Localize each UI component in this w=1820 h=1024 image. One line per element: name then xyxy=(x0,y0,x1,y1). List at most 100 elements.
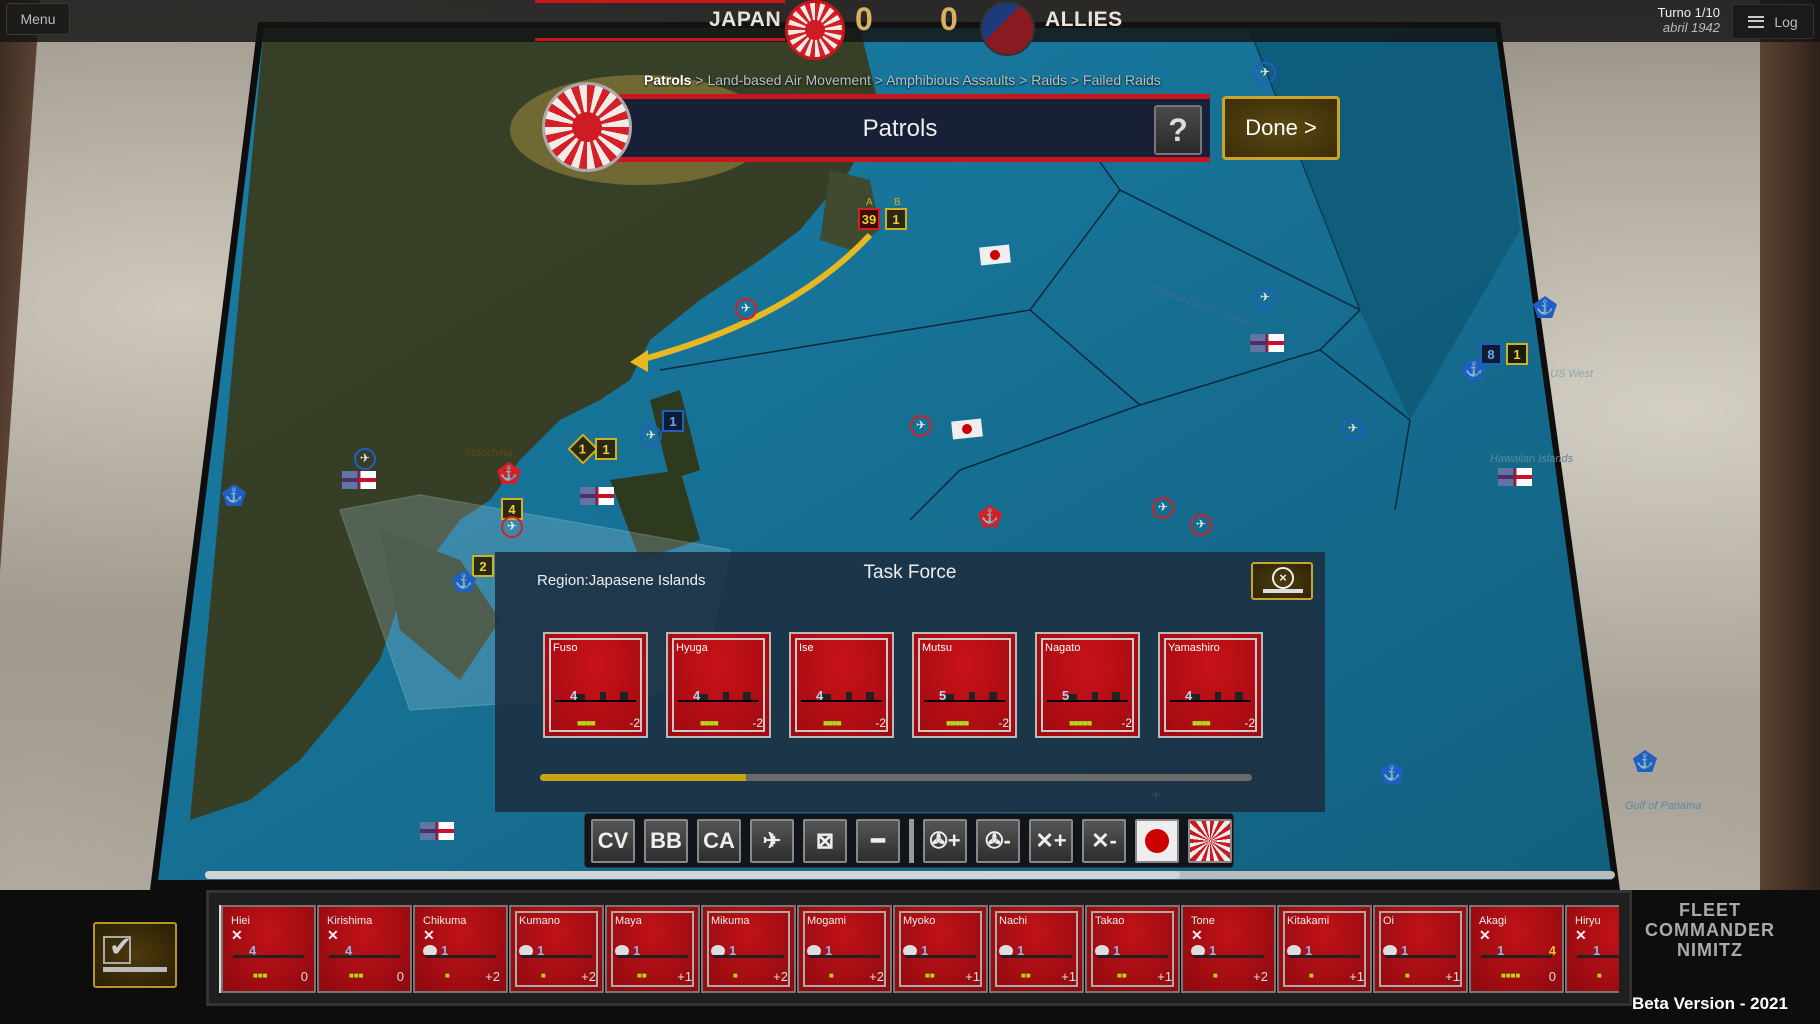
air-base-central-pacific[interactable] xyxy=(1254,287,1276,309)
done-button[interactable]: Done > xyxy=(1222,96,1340,160)
ship-silhouette-icon xyxy=(713,955,784,958)
air-base-indochina[interactable] xyxy=(501,516,523,538)
tray-ship-card[interactable]: Kitakami 1 ■ +1 xyxy=(1277,905,1372,993)
hit-points: ■■■■ xyxy=(700,718,719,728)
stack-philippines-a[interactable]: 1 xyxy=(662,410,684,432)
task-force-ship-card[interactable]: Mutsu 5 ■■■■■ -2 xyxy=(912,632,1017,738)
task-force-panel: Region:Japasene Islands Task Force × Fus… xyxy=(495,552,1325,812)
stack-hawaii-b[interactable]: 1 xyxy=(1506,343,1528,365)
confirm-ships-button[interactable]: ✔ xyxy=(93,922,177,988)
stack-japan-a[interactable]: 39 xyxy=(858,208,880,230)
filter-air-button[interactable]: ✈ xyxy=(750,818,794,863)
tray-ship-card[interactable]: Mogami 1 ■ +2 xyxy=(797,905,892,993)
disband-task-force-button[interactable]: × xyxy=(1251,562,1313,600)
tray-ship-card[interactable]: Nachi 1 ■■ +1 xyxy=(989,905,1084,993)
ship-silhouette-icon xyxy=(233,955,304,958)
hamburger-icon xyxy=(1748,15,1765,28)
logo-mark: FLEET COMMANDER NIMITZ xyxy=(1645,900,1775,960)
air-base-marshall-1[interactable] xyxy=(1152,497,1174,519)
tray-ship-card[interactable]: Oi 1 ■ +1 xyxy=(1373,905,1468,993)
tray-ship-card[interactable]: Myoko 1 ■■ +1 xyxy=(893,905,988,993)
stack-malaya-a[interactable]: 2 xyxy=(472,555,494,577)
hit-points: ■■■■ xyxy=(823,718,842,728)
tray-ship-card[interactable]: Kirishima ✕ 4 ■■■ 0 xyxy=(317,905,412,993)
ship-name: Mutsu xyxy=(922,642,952,654)
tray-ship-card[interactable]: Chikuma ✕ 1 ■ +2 xyxy=(413,905,508,993)
tray-ship-card[interactable]: Tone ✕ 1 ■ +2 xyxy=(1181,905,1276,993)
air-base-philippines[interactable] xyxy=(640,425,662,447)
ship-silhouette-icon xyxy=(1193,955,1264,958)
repair-icon: ✕ xyxy=(1575,927,1587,943)
task-force-ship-card[interactable]: Nagato 5 ■■■■■ -2 xyxy=(1035,632,1140,738)
tray-ship-card[interactable]: Maya 1 ■■ +1 xyxy=(605,905,700,993)
tray-ship-card[interactable]: Takao 1 ■■ +1 xyxy=(1085,905,1180,993)
tray-ship-card[interactable]: Hiei ✕ 4 ■■■ 0 xyxy=(221,905,316,993)
task-force-ship-card[interactable]: Fuso 4 ■■■■ -2 xyxy=(543,632,648,738)
ship-silhouette-icon xyxy=(1097,955,1168,958)
stack-china-sea-b[interactable]: 1 xyxy=(595,438,617,460)
filter-repair-minus-button[interactable]: ✕- xyxy=(1082,818,1126,863)
speed-modifier: +1 xyxy=(677,969,692,984)
log-button[interactable]: Log xyxy=(1732,4,1814,39)
filter-cv-button[interactable]: CV xyxy=(591,818,635,863)
hit-points: ■■ xyxy=(637,971,647,980)
repair-icon: ✕ xyxy=(327,927,339,943)
breadcrumb-item-air-movement: Land-based Air Movement xyxy=(707,72,871,88)
ship-silhouette-icon xyxy=(1001,955,1072,958)
repair-icon: ✕ xyxy=(423,927,435,943)
hit-points: ■ xyxy=(445,971,450,980)
ship-silhouette-icon xyxy=(521,955,592,958)
ship-silhouette-icon xyxy=(1577,955,1619,958)
tray-ship-card[interactable]: Akagi ✕ 1 4 ■■■■ 0 xyxy=(1469,905,1564,993)
stack-japan-b[interactable]: 1 xyxy=(885,208,907,230)
hit-points: ■■ xyxy=(1021,971,1031,980)
task-force-ship-card[interactable]: Yamashiro 4 ■■■■ -2 xyxy=(1158,632,1263,738)
filter-repair-plus-button[interactable]: ✕+ xyxy=(1029,818,1073,863)
breadcrumb-item-raids: Raids xyxy=(1031,72,1068,88)
task-force-ship-card[interactable]: Ise 4 ■■■■ -2 xyxy=(789,632,894,738)
score-divider xyxy=(535,0,785,3)
propeller-minus-icon: ✇- xyxy=(985,827,1011,853)
speed-modifier: -2 xyxy=(998,716,1009,730)
air-base-bay-bengal[interactable] xyxy=(354,448,376,470)
air-base-midway[interactable] xyxy=(1342,418,1364,440)
checkmark-icon: ✔ xyxy=(109,931,133,962)
unit-filter-toolbar: CV BB CA ✈ ⊠ ━ ✇+ ✇- ✕+ ✕- xyxy=(584,813,1234,868)
repair-icon: ✕ xyxy=(1191,927,1203,943)
filter-prop-minus-button[interactable]: ✇- xyxy=(976,818,1020,863)
air-base-aleutians[interactable] xyxy=(1254,62,1276,84)
tray-scrollbar[interactable] xyxy=(205,871,1615,879)
allies-score: 0 xyxy=(940,1,958,37)
air-base-japan[interactable] xyxy=(735,298,757,320)
allied-control-flag xyxy=(1498,468,1532,486)
ship-name: Myoko xyxy=(903,915,936,927)
toolbar-separator xyxy=(909,818,914,863)
stack-hawaii-a[interactable]: 8 xyxy=(1480,343,1502,365)
speed-modifier: 0 xyxy=(1548,969,1556,984)
air-base-marshall-2[interactable] xyxy=(1190,514,1212,536)
ship-name: Tone xyxy=(1191,915,1215,927)
tray-ship-card[interactable]: Kumano 1 ■ +2 xyxy=(509,905,604,993)
region-label-hawaii: Hawaiian Islands xyxy=(1490,453,1574,465)
score-divider xyxy=(535,38,785,41)
aircraft-icon: ✈ xyxy=(762,827,782,853)
tray-ship-card[interactable]: Mikuma 1 ■ +2 xyxy=(701,905,796,993)
ship-name: Maya xyxy=(615,915,642,927)
filter-prop-plus-button[interactable]: ✇+ xyxy=(923,818,967,863)
tray-scrollbar-thumb[interactable] xyxy=(205,871,1180,879)
breadcrumb-item-amphibious: Amphibious Assaults xyxy=(886,72,1016,88)
speed-modifier: -2 xyxy=(629,716,640,730)
task-force-scrollbar[interactable] xyxy=(540,774,1252,781)
help-button[interactable]: ? xyxy=(1154,105,1202,155)
task-force-ship-card[interactable]: Hyuga 4 ■■■■ -2 xyxy=(666,632,771,738)
filter-bb-button[interactable]: BB xyxy=(644,818,688,863)
filter-sub-button[interactable]: ━ xyxy=(856,818,900,863)
scrollbar-thumb[interactable] xyxy=(540,774,747,781)
filter-ca-button[interactable]: CA xyxy=(697,818,741,863)
filter-navy-button[interactable] xyxy=(1188,818,1232,863)
air-base-marianas[interactable] xyxy=(910,415,932,437)
menu-button[interactable]: Menu xyxy=(6,3,70,35)
tray-ship-card[interactable]: Hiryu ✕ 1 ■ xyxy=(1565,905,1619,993)
filter-army-button[interactable]: ⊠ xyxy=(803,818,847,863)
filter-japan-button[interactable] xyxy=(1135,818,1179,863)
